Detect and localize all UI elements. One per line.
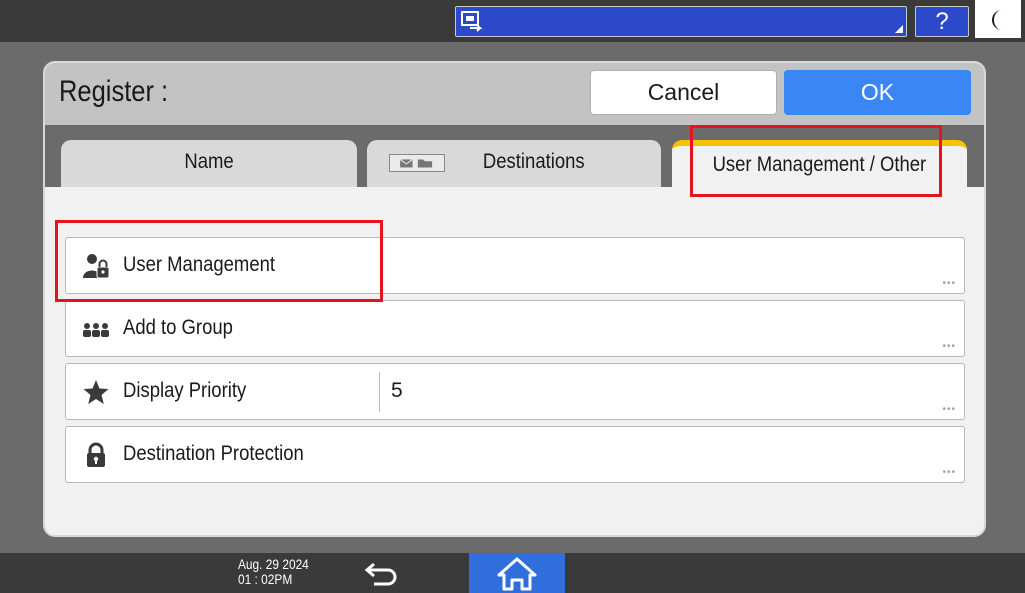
date-text: Aug. 29 2024 <box>238 556 309 572</box>
tab-user-management-other[interactable]: User Management / Other <box>672 140 967 188</box>
row-divider <box>379 372 380 412</box>
row-destination-protection-label: Destination Protection <box>123 442 304 465</box>
top-status-bar: ? <box>0 0 1025 42</box>
row-destination-protection[interactable]: Destination Protection ••• <box>65 426 965 483</box>
bottom-status-bar: Aug. 29 2024 01 : 02PM <box>0 553 1025 593</box>
tab-name-label: Name <box>184 150 234 173</box>
tab-name[interactable]: Name <box>61 140 357 188</box>
row-user-management-label: User Management <box>123 253 276 276</box>
back-arrow-icon <box>364 562 397 586</box>
dialog-title: Register : <box>59 75 169 108</box>
energy-saver-button[interactable] <box>975 0 1021 38</box>
more-dots: ••• <box>942 404 956 415</box>
row-display-priority[interactable]: Display Priority 5 ••• <box>65 363 965 420</box>
row-add-to-group[interactable]: Add to Group ••• <box>65 300 965 357</box>
home-button[interactable] <box>469 553 565 593</box>
row-display-priority-label: Display Priority <box>123 379 247 402</box>
tab-destinations-label: Destinations <box>483 150 585 173</box>
help-button[interactable]: ? <box>915 6 969 37</box>
more-dots: ••• <box>942 341 956 352</box>
user-lock-icon <box>83 254 110 279</box>
more-dots: ••• <box>942 467 956 478</box>
moon-icon <box>992 10 1002 30</box>
screen-switch-dropdown[interactable] <box>455 6 907 37</box>
more-dots: ••• <box>942 278 956 289</box>
ok-button[interactable]: OK <box>784 70 971 115</box>
lock-icon <box>87 442 105 467</box>
back-button[interactable] <box>360 558 404 588</box>
tab-destinations[interactable]: Destinations <box>367 140 661 188</box>
dropdown-corner-icon <box>895 25 903 33</box>
star-icon <box>83 380 109 404</box>
group-icon <box>83 323 109 337</box>
cancel-button[interactable]: Cancel <box>590 70 777 115</box>
row-user-management[interactable]: User Management ••• <box>65 237 965 294</box>
tab-underline <box>45 187 984 189</box>
screen-switch-icon <box>461 11 483 32</box>
register-dialog: Register : Cancel OK Name Destinations U… <box>43 61 986 537</box>
tab-strip: Name Destinations User Management / Othe… <box>45 125 984 188</box>
tab-user-management-other-label: User Management / Other <box>712 153 927 176</box>
dialog-header: Register : Cancel OK <box>45 63 984 125</box>
display-priority-value: 5 <box>391 379 403 402</box>
time-text: 01 : 02PM <box>238 571 293 587</box>
email-folder-icon <box>389 154 445 172</box>
row-add-to-group-label: Add to Group <box>123 316 233 339</box>
date-time: Aug. 29 2024 01 : 02PM <box>238 557 309 587</box>
home-icon <box>497 557 537 591</box>
